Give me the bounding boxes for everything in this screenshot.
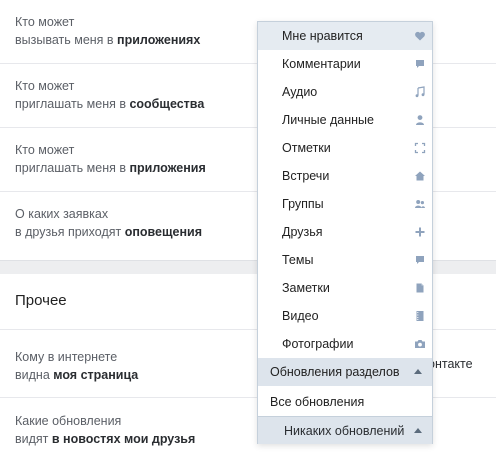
group-icon (414, 198, 426, 210)
dropdown-item-tags[interactable]: Отметки (258, 134, 432, 162)
caret-up-icon (414, 369, 422, 374)
dropdown-item-personal-data[interactable]: Личные данные (258, 106, 432, 134)
house-icon (414, 170, 426, 182)
dropdown-item-photos[interactable]: Фотографии (258, 330, 432, 358)
dropdown-selected-value[interactable]: Никаких обновлений (258, 416, 432, 444)
dropdown-item-likes[interactable]: Мне нравится (258, 22, 432, 50)
dropdown-item-notes[interactable]: Заметки (258, 274, 432, 302)
dropdown-group-section-updates[interactable]: Обновления разделов (258, 358, 432, 386)
setting-label: Кто может вызывать меня в приложениях (15, 15, 201, 47)
heart-icon (414, 30, 426, 42)
updates-dropdown-menu[interactable]: Мне нравится Комментарии Аудио Личные да… (257, 21, 433, 444)
note-icon (414, 282, 426, 294)
caret-up-icon (414, 428, 422, 433)
setting-label: Кто может приглашать меня в сообщества (15, 79, 205, 111)
music-note-icon (414, 86, 426, 98)
comment-icon (414, 58, 426, 70)
setting-label: Кто может приглашать меня в приложения (15, 143, 206, 175)
corners-icon (414, 142, 426, 154)
dropdown-item-friends[interactable]: Друзья (258, 218, 432, 246)
dropdown-item-comments[interactable]: Комментарии (258, 50, 432, 78)
dropdown-item-events[interactable]: Встречи (258, 162, 432, 190)
camera-icon (414, 338, 426, 350)
dropdown-item-video[interactable]: Видео (258, 302, 432, 330)
person-icon (414, 114, 426, 126)
comment-icon (414, 254, 426, 266)
plus-icon (414, 226, 426, 238)
dropdown-item-groups[interactable]: Группы (258, 190, 432, 218)
section-title: Прочее (15, 292, 67, 309)
setting-label: Кому в интернете видна моя страница (15, 350, 139, 382)
dropdown-item-topics[interactable]: Темы (258, 246, 432, 274)
film-icon (414, 310, 426, 322)
setting-value-peek[interactable]: онтакте (428, 357, 473, 371)
dropdown-item-audio[interactable]: Аудио (258, 78, 432, 106)
setting-label: Какие обновления видят в новостях мои др… (15, 414, 196, 446)
dropdown-item-all-updates[interactable]: Все обновления (258, 388, 432, 416)
setting-label: О каких заявках в друзья приходят оповещ… (15, 207, 203, 239)
